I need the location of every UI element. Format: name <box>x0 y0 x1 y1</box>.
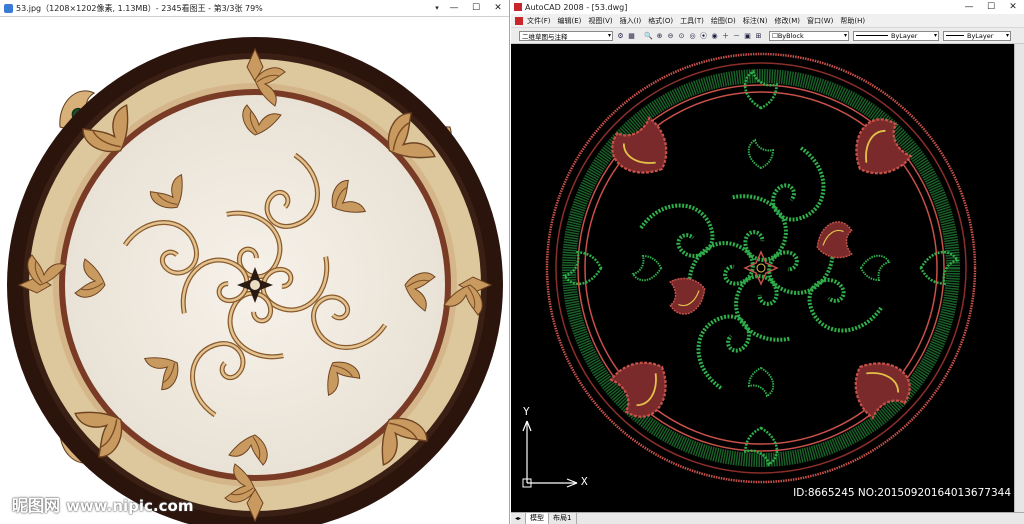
viewer-canvas[interactable]: 昵图网 www.nipic.com <box>0 17 509 524</box>
workspace-select[interactable]: 二维草图与注释 ▾ <box>519 30 613 41</box>
menu-edit[interactable]: 编辑(E) <box>558 16 582 26</box>
tab-nav-arrows-icon[interactable]: ◂▸ <box>511 513 527 524</box>
menu-file[interactable]: 文件(F) <box>527 16 551 26</box>
zoom-window-icon[interactable]: ⊕ <box>655 31 664 40</box>
menu-format[interactable]: 格式(O) <box>648 16 673 26</box>
chevron-down-icon: ▾ <box>843 31 847 39</box>
layer-value: ByBlock <box>777 31 804 40</box>
watermark-logo: 昵图网 <box>12 496 61 515</box>
menu-help[interactable]: 帮助(H) <box>840 16 865 26</box>
chevron-down-icon: ▾ <box>933 31 937 39</box>
zoom-dynamic-icon[interactable]: ⊙ <box>677 31 686 40</box>
chevron-down-icon: ▾ <box>607 31 611 39</box>
lineweight-value: ByLayer <box>967 31 994 40</box>
maximize-button[interactable]: ☐ <box>980 0 1002 14</box>
close-button[interactable]: ✕ <box>487 0 509 16</box>
cad-toolbar: 二维草图与注释 ▾ ⚙ ▦ 🔍 ⊕ ⊖ ⊙ ◎ ⦿ ◉ ＋ － ▣ ⊞ ☐ ByBl… <box>511 27 1024 44</box>
ucs-x-label: X <box>581 475 588 488</box>
linetype-value: ByLayer <box>891 31 918 40</box>
workspace-value: 二维草图与注释 <box>522 32 568 41</box>
chevron-down-icon: ▾ <box>1005 31 1009 39</box>
layer-select[interactable]: ☐ ByBlock ▾ <box>769 30 849 41</box>
zoom-scale-icon[interactable]: ◎ <box>688 31 697 40</box>
menu-tools[interactable]: 工具(T) <box>680 16 704 26</box>
cad-title-bar[interactable]: AutoCAD 2008 - [53.dwg] — ☐ ✕ <box>511 0 1024 14</box>
cad-drawing-area[interactable]: Y X ID:8665245 NO:20150920164013677344 <box>511 44 1015 513</box>
dropdown-icon[interactable]: ▾ <box>431 0 443 16</box>
vertical-scrollbar[interactable] <box>1014 44 1024 513</box>
watermark-url: www.nipic.com <box>66 497 194 515</box>
menu-window[interactable]: 窗口(W) <box>807 16 833 26</box>
minimize-button[interactable]: — <box>443 0 465 16</box>
autocad-window: AutoCAD 2008 - [53.dwg] — ☐ ✕ 文件(F) 编辑(E… <box>511 0 1024 524</box>
zoom-in-icon[interactable]: ＋ <box>721 31 730 40</box>
menu-modify[interactable]: 修改(M) <box>774 16 800 26</box>
minimize-button[interactable]: — <box>958 0 980 14</box>
ucs-icon: Y X <box>519 405 589 495</box>
zoom-realtime-icon[interactable]: 🔍 <box>644 31 653 40</box>
image-id-text: ID:8665245 NO:20150920164013677344 <box>793 487 1011 499</box>
watermark: 昵图网 www.nipic.com <box>12 492 193 516</box>
menu-insert[interactable]: 插入(I) <box>620 16 642 26</box>
viewer-title-bar[interactable]: 53.jpg（1208×1202像素, 1.13MB）- 2345看图王 - 第… <box>0 0 509 17</box>
menu-bar: 文件(F) 编辑(E) 视图(V) 插入(I) 格式(O) 工具(T) 绘图(D… <box>511 14 1024 27</box>
zoom-all-icon[interactable]: ▣ <box>743 31 752 40</box>
workspace-settings-icon[interactable]: ⚙ <box>616 31 625 40</box>
image-viewer-window: 53.jpg（1208×1202像素, 1.13MB）- 2345看图王 - 第… <box>0 0 510 524</box>
menu-dimension[interactable]: 标注(N) <box>743 16 768 26</box>
autocad-app-icon <box>514 3 522 11</box>
layout-tabs: ◂▸ 模型 布局1 <box>511 512 1024 524</box>
zoom-object-icon[interactable]: ◉ <box>710 31 719 40</box>
close-button[interactable]: ✕ <box>1002 0 1024 14</box>
menu-draw[interactable]: 绘图(D) <box>711 16 736 26</box>
zoom-previous-icon[interactable]: ⊖ <box>666 31 675 40</box>
zoom-center-icon[interactable]: ⦿ <box>699 31 708 40</box>
ucs-y-label: Y <box>523 405 530 418</box>
cad-title: AutoCAD 2008 - [53.dwg] <box>525 2 628 12</box>
tab-layout1[interactable]: 布局1 <box>549 513 577 524</box>
tab-model[interactable]: 模型 <box>526 513 550 524</box>
linetype-select[interactable]: ByLayer ▾ <box>853 30 939 41</box>
marble-medallion-image <box>7 37 503 524</box>
zoom-out-icon[interactable]: － <box>732 31 741 40</box>
menu-view[interactable]: 视图(V) <box>588 16 612 26</box>
grid-icon[interactable]: ▦ <box>627 31 636 40</box>
viewer-app-icon <box>4 3 13 13</box>
viewer-title: 53.jpg（1208×1202像素, 1.13MB）- 2345看图王 - 第… <box>16 3 263 13</box>
maximize-button[interactable]: ☐ <box>465 0 487 16</box>
zoom-extents-icon[interactable]: ⊞ <box>754 31 763 40</box>
linetype-sample <box>856 35 888 36</box>
lineweight-select[interactable]: ByLayer ▾ <box>943 30 1011 41</box>
document-icon[interactable] <box>515 16 523 25</box>
lineweight-sample <box>946 35 964 36</box>
